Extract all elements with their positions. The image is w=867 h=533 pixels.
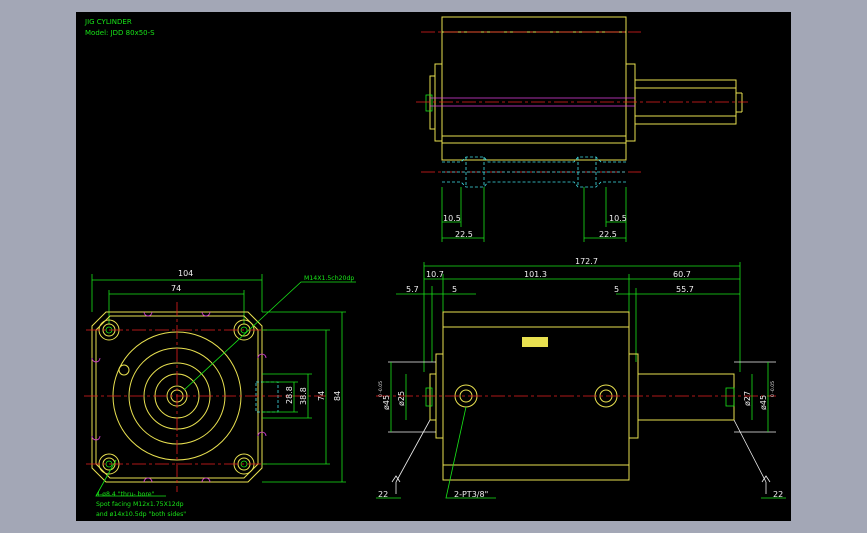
front-view: 104 74 28.8 38.8 74 84 M14X1.5ch20dp 4-ø… [84, 269, 356, 518]
side-dim-dia-left-tol: 0 -0.05 [378, 381, 384, 397]
front-dim-h2: 38.8 [299, 387, 308, 405]
top-body [441, 16, 627, 161]
top-dim-right-outer: 22.5 [599, 230, 617, 239]
front-dim-width: 104 [178, 269, 193, 278]
side-dim-dia-right-a: ø27 [743, 391, 752, 406]
front-note-line1: 4-ø8.4 "thru- bore" [96, 491, 155, 498]
side-dim-seg-c: 60.7 [673, 270, 691, 279]
side-dim-seg-b: 101.3 [524, 270, 547, 279]
side-dim-right-5: 5 [614, 285, 619, 294]
top-dim-left-outer: 22.5 [455, 230, 473, 239]
side-dim-right-len: 55.7 [676, 285, 694, 294]
front-thread-note: M14X1.5ch20dp [304, 275, 354, 282]
side-dim-left-small: 5.7 [406, 285, 419, 294]
side-dim-left-5: 5 [452, 285, 457, 294]
side-dim-seg-a: 10.7 [426, 270, 444, 279]
top-dim-right-inner: 10.5 [609, 214, 627, 223]
front-dim-h3: 74 [317, 391, 326, 401]
front-dim-h4: 84 [333, 391, 342, 401]
top-view: 10.5 22.5 10.5 22.5 [416, 16, 748, 242]
side-dim-dia-right-b: ø45 [759, 395, 768, 410]
name-plate [522, 337, 548, 347]
side-dim-dia-left-b: ø25 [397, 391, 406, 406]
side-dim-foot-left: 22 [378, 490, 388, 499]
drawing-title: JIG CYLINDER [84, 18, 132, 26]
drawing-svg: JIG CYLINDER Model: JDD 80x50-S 10.5 22.… [84, 16, 786, 518]
side-port-note: 2-PT3/8" [454, 490, 488, 499]
side-view: 172.7 10.7 101.3 60.7 5.7 5 5 55.7 ø45 0… [376, 257, 786, 499]
front-note-line2: Spot facing M12x1.75X12dp [96, 501, 184, 508]
front-dim-bolt-span: 74 [171, 284, 181, 293]
side-dim-overall: 172.7 [575, 257, 598, 266]
drawing-model: Model: JDD 80x50-S [85, 29, 155, 37]
side-dim-dia-right-tol: 0 -0.05 [770, 381, 776, 397]
cad-drawing-canvas: JIG CYLINDER Model: JDD 80x50-S 10.5 22.… [76, 12, 791, 521]
side-dim-foot-right: 22 [773, 490, 783, 499]
top-dim-left-inner: 10.5 [443, 214, 461, 223]
front-dim-h1: 28.8 [285, 386, 294, 404]
front-note-line3: and ø14x10.5dp "both sides" [96, 511, 186, 518]
